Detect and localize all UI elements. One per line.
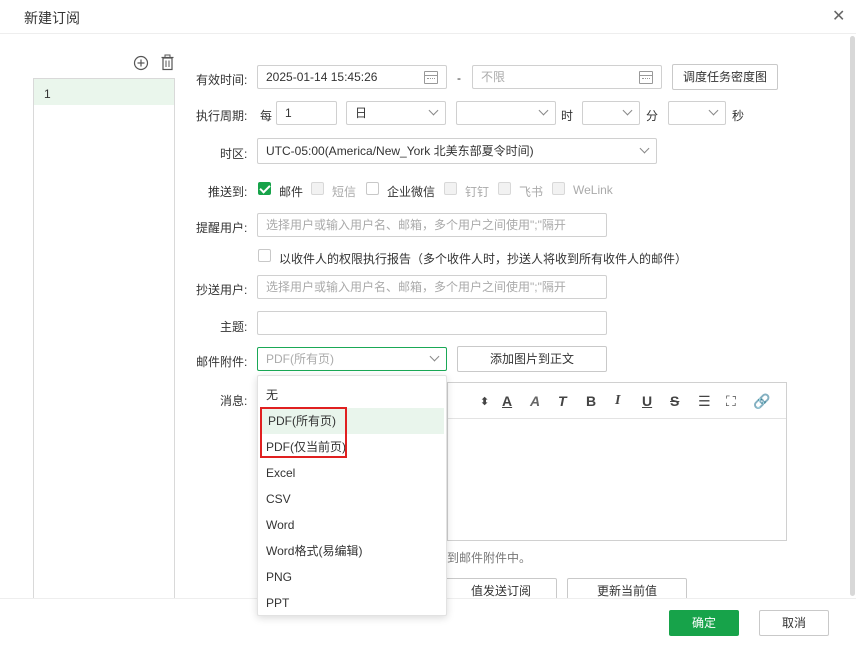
calendar-icon <box>424 71 438 84</box>
start-time-input[interactable]: 2025-01-14 15:45:26 <box>257 65 447 89</box>
push-sms-label: 短信 <box>332 185 357 199</box>
push-label: 推送到: <box>208 185 248 199</box>
font-color-icon[interactable]: A <box>502 393 512 409</box>
push-dingtalk-label: 钉钉 <box>465 185 490 199</box>
end-time-input[interactable]: 不限 <box>472 65 662 89</box>
hour-label: 时 <box>561 109 574 123</box>
dialog-title: 新建订阅 <box>24 10 80 26</box>
chevron-down-icon <box>622 105 633 116</box>
checkbox-wecom[interactable] <box>366 182 379 195</box>
push-wecom-label: 企业微信 <box>387 185 436 199</box>
cc-users-input[interactable]: 选择用户或输入用户名、邮箱，多个用户之间使用";"隔开 <box>257 275 607 299</box>
option-png[interactable]: PNG <box>258 564 446 590</box>
underline-icon[interactable]: U <box>642 393 652 409</box>
chevron-down-icon <box>428 105 439 116</box>
checkbox-email[interactable] <box>258 182 271 195</box>
timezone-label: 时区: <box>220 147 248 161</box>
ok-button[interactable]: 确定 <box>669 610 739 636</box>
option-word-editable[interactable]: Word格式(易编辑) <box>258 538 446 564</box>
checkbox-sms[interactable] <box>311 182 324 195</box>
push-email-label: 邮件 <box>279 185 304 199</box>
align-icon[interactable]: ☰ <box>698 393 711 410</box>
attachment-label: 邮件附件: <box>196 355 248 369</box>
bold-icon[interactable]: B <box>586 393 596 409</box>
second-select[interactable] <box>668 101 726 125</box>
minute-select[interactable] <box>582 101 640 125</box>
add-image-button[interactable]: 添加图片到正文 <box>457 346 607 372</box>
subject-input[interactable] <box>257 311 607 335</box>
cycle-label: 执行周期: <box>196 109 248 123</box>
highlight-color-icon[interactable]: A <box>530 393 540 409</box>
option-ppt[interactable]: PPT <box>258 590 446 616</box>
every-value-input[interactable]: 1 <box>276 101 337 125</box>
recipient-permission-label: 以收件人的权限执行报告（多个收件人时，抄送人将收到所有收件人的邮件） <box>279 252 688 266</box>
italic-icon[interactable]: I <box>615 393 620 409</box>
attachment-dropdown: 无 PDF(所有页) PDF(仅当前页) Excel CSV Word Word… <box>257 375 447 616</box>
highlight-box <box>260 407 347 458</box>
option-excel[interactable]: Excel <box>258 460 446 486</box>
second-label: 秒 <box>732 109 745 123</box>
chevron-down-icon <box>429 351 440 362</box>
attachment-select[interactable]: PDF(所有页) <box>257 347 447 371</box>
minute-label: 分 <box>646 109 659 123</box>
cycle-unit-select[interactable]: 日 <box>346 101 446 125</box>
fullscreen-icon[interactable]: ⛶ <box>726 393 736 410</box>
close-icon[interactable]: ✕ <box>832 6 845 26</box>
subscription-list: 1 <box>33 78 175 645</box>
checkbox-recipient-permission[interactable] <box>258 249 271 262</box>
checkbox-feishu[interactable] <box>498 182 511 195</box>
every-label: 每 <box>260 109 273 123</box>
cancel-button[interactable]: 取消 <box>759 610 829 636</box>
message-editor[interactable]: ⬍ A A T B I U S ☰ ⛶ 🔗 <box>447 382 787 541</box>
attachment-hint: 到邮件附件中。 <box>447 551 532 565</box>
hour-select[interactable] <box>456 101 556 125</box>
scrollbar[interactable] <box>850 36 855 596</box>
cc-label: 抄送用户: <box>196 283 248 297</box>
remind-label: 提醒用户: <box>196 221 248 235</box>
chevron-down-icon <box>538 105 549 116</box>
checkbox-welink[interactable] <box>552 182 565 195</box>
font-size-stepper-icon[interactable]: ⬍ <box>480 395 489 408</box>
dialog-titlebar <box>0 0 856 34</box>
option-none[interactable]: 无 <box>258 382 446 408</box>
clear-format-icon[interactable]: T <box>558 393 567 409</box>
push-welink-label: WeLink <box>573 183 613 197</box>
trash-icon[interactable] <box>160 54 175 71</box>
subject-label: 主题: <box>220 320 248 334</box>
link-icon[interactable]: 🔗 <box>753 393 770 410</box>
strikethrough-icon[interactable]: S <box>670 393 679 409</box>
chevron-down-icon <box>708 105 719 116</box>
timezone-select[interactable]: UTC-05:00(America/New_York 北美东部夏令时间) <box>257 138 657 164</box>
range-dash: - <box>457 71 461 85</box>
option-word[interactable]: Word <box>258 512 446 538</box>
calendar-icon <box>639 71 653 84</box>
remind-users-input[interactable]: 选择用户或输入用户名、邮箱，多个用户之间使用";"隔开 <box>257 213 607 237</box>
message-label: 消息: <box>220 394 248 408</box>
checkbox-dingtalk[interactable] <box>444 182 457 195</box>
add-icon[interactable] <box>133 55 149 71</box>
density-chart-button[interactable]: 调度任务密度图 <box>672 64 778 90</box>
editor-toolbar: ⬍ A A T B I U S ☰ ⛶ 🔗 <box>448 383 786 419</box>
list-item[interactable]: 1 <box>34 79 174 105</box>
chevron-down-icon <box>639 143 650 154</box>
valid-time-label: 有效时间: <box>196 73 248 87</box>
push-feishu-label: 飞书 <box>519 185 544 199</box>
option-csv[interactable]: CSV <box>258 486 446 512</box>
